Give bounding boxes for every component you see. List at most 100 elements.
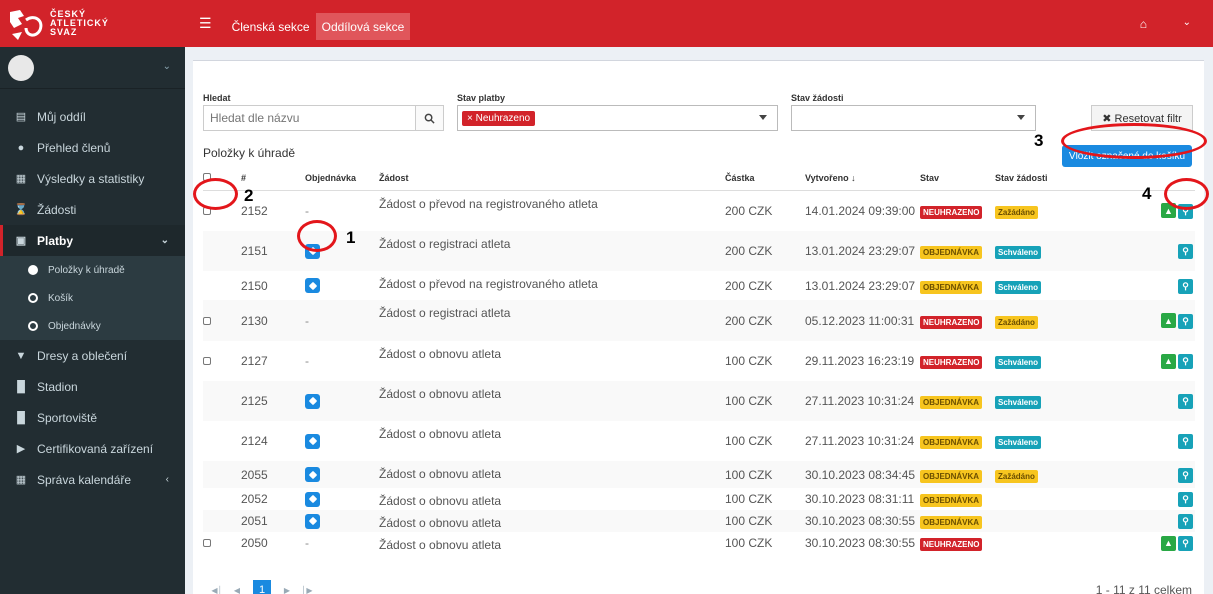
search-icon[interactable]: ⚲: [1178, 244, 1193, 259]
request-status-cell: Schváleno: [995, 341, 1095, 381]
cart-icon[interactable]: ▲: [1161, 313, 1176, 328]
row-checkbox[interactable]: [203, 316, 211, 325]
sidebar-item-kalendar[interactable]: ▦ Správa kalendáře ‹: [0, 464, 185, 495]
status-badge: OBJEDNÁVKA: [920, 396, 983, 409]
annotation-circle-1: [297, 220, 337, 252]
sidebar-item-stadion[interactable]: █ Stadion: [0, 371, 185, 402]
tag-icon[interactable]: [305, 393, 320, 409]
list-title: Položky k úhradě: [203, 146, 296, 160]
annotation-number-2: 2: [244, 186, 254, 205]
request-status-select[interactable]: [791, 105, 1036, 131]
sidebar-item-vysledky[interactable]: ▦ Výsledky a statistiky: [0, 163, 185, 194]
order-dash: -: [305, 354, 309, 368]
annotation-circle-2: [193, 178, 238, 210]
search-icon[interactable]: ⚲: [1178, 434, 1193, 449]
table-header: # Objednávka Žádost Částka Vytvořeno ↓ S…: [203, 167, 1195, 191]
col-created[interactable]: Vytvořeno ↓: [805, 167, 920, 191]
payment-status-select[interactable]: × Neuhrazeno: [457, 105, 778, 131]
search-icon[interactable]: ⚲: [1178, 536, 1193, 551]
amount-cell: 200 CZK: [725, 231, 805, 271]
search-icon[interactable]: ⚲: [1178, 514, 1193, 529]
sidebar-item-muj-oddil[interactable]: ▤ Můj oddíl: [0, 101, 185, 132]
search-icon[interactable]: ⚲: [1178, 467, 1193, 483]
row-checkbox[interactable]: [203, 539, 211, 547]
order-dash: -: [305, 536, 309, 550]
col-order[interactable]: Objednávka: [305, 167, 379, 191]
sidebar-item-platby[interactable]: ▣ Platby ⌄: [0, 225, 185, 256]
home-icon[interactable]: ⌂: [1140, 17, 1147, 31]
search-icon[interactable]: ⚲: [1178, 313, 1193, 329]
sidebar-item-sportoviste[interactable]: █ Sportoviště: [0, 402, 185, 433]
menu-toggle-icon[interactable]: ☰: [199, 15, 212, 32]
building-icon: █: [17, 411, 25, 424]
order-dash: -: [305, 313, 309, 328]
search-input[interactable]: [203, 105, 416, 131]
tag-icon[interactable]: [305, 513, 320, 529]
status-cell: NEUHRAZENO: [920, 300, 995, 341]
payments-box: Hledat Stav platby × Neuhrazeno Stav žád…: [193, 60, 1204, 594]
request-cell: Žádost o obnovu atleta: [379, 510, 725, 532]
table-row: 2051 Žádost o obnovu atleta 100 CZK 30.10.2…: [203, 510, 1195, 532]
payments-table: # Objednávka Žádost Částka Vytvořeno ↓ S…: [203, 167, 1195, 554]
search-icon[interactable]: ⚲: [1178, 354, 1193, 369]
search-button[interactable]: [416, 105, 444, 131]
search-icon[interactable]: ⚲: [1178, 394, 1193, 409]
order-cell: -: [305, 532, 379, 554]
sidebar-subitem-kosik[interactable]: Košík: [0, 284, 185, 312]
id-cell: 2125: [241, 381, 305, 421]
request-cell: Žádost o obnovu atleta: [379, 381, 725, 421]
amount-cell: 100 CZK: [725, 381, 805, 421]
logo[interactable]: ČESKÝ ATLETICKÝ SVAZ: [0, 0, 185, 47]
tag-icon[interactable]: [305, 491, 320, 507]
actions-cell: ▲ ⚲: [1095, 300, 1195, 341]
tag-icon[interactable]: [305, 467, 320, 483]
sidebar-subitem-objednavky[interactable]: Objednávky: [0, 312, 185, 340]
sidebar-item-prehled-clenu[interactable]: ● Přehled členů: [0, 132, 185, 163]
search-icon[interactable]: ⚲: [1178, 278, 1193, 294]
col-amount[interactable]: Částka: [725, 167, 805, 191]
created-cell: 29.11.2023 16:23:19: [805, 354, 915, 368]
checkbox-cell: [203, 381, 241, 421]
request-status-badge: Zažádáno: [995, 469, 1038, 483]
sidebar-submenu-platby: Položky k úhradě Košík Objednávky: [0, 256, 185, 340]
status-badge: NEUHRAZENO: [920, 538, 983, 551]
pagination: ◀│ ◀ 1 ▶ │▶: [207, 580, 317, 594]
user-panel[interactable]: ⌄: [0, 47, 185, 89]
sidebar-item-dresy[interactable]: ▼ Dresy a oblečení: [0, 340, 185, 371]
avatar[interactable]: [8, 54, 34, 81]
tag-icon[interactable]: [305, 278, 320, 294]
prev-page-icon[interactable]: ◀: [227, 586, 247, 594]
col-request[interactable]: Žádost: [379, 167, 725, 191]
chevron-down-icon[interactable]: ⌄: [163, 61, 171, 72]
last-page-icon[interactable]: │▶: [297, 586, 317, 594]
next-page-icon[interactable]: ▶: [277, 586, 297, 594]
col-status[interactable]: Stav: [920, 167, 995, 191]
table-row: 2050 - Žádost o obnovu atleta 100 CZK 30.10.…: [203, 532, 1195, 554]
status-badge: OBJEDNÁVKA: [920, 280, 983, 294]
col-request-status[interactable]: Stav žádosti: [995, 167, 1095, 191]
first-page-icon[interactable]: ◀│: [207, 586, 227, 594]
search-icon[interactable]: ⚲: [1178, 492, 1193, 507]
cart-icon[interactable]: ▲: [1161, 353, 1176, 369]
sidebar-item-zadosti[interactable]: ⌛ Žádosti: [0, 194, 185, 225]
amount-cell: 200 CZK: [725, 300, 805, 341]
search-label: Hledat: [203, 93, 231, 103]
request-status-cell: [995, 532, 1095, 554]
payment-status-chip[interactable]: × Neuhrazeno: [462, 110, 536, 126]
sidebar-subitem-label: Košík: [48, 292, 74, 304]
sidebar-item-certifikovana[interactable]: ▶ Certifikovaná zařízení: [0, 433, 185, 464]
calendar-icon: ▦: [15, 474, 27, 486]
page-current[interactable]: 1: [253, 580, 271, 594]
sidebar-subitem-polozky[interactable]: Položky k úhradě: [0, 256, 185, 284]
order-cell: [305, 510, 379, 532]
cart-icon[interactable]: ▲: [1161, 535, 1176, 551]
sidebar-nav: ▤ Můj oddíl ● Přehled členů ▦ Výsledky a st…: [0, 101, 185, 495]
chevron-down-icon: ⌄: [160, 235, 169, 246]
tab-oddilova-sekce[interactable]: Oddílová sekce: [315, 13, 411, 40]
row-checkbox[interactable]: [203, 357, 211, 365]
chevron-down-icon[interactable]: ⌄: [1183, 17, 1191, 28]
request-status-cell: Schváleno: [995, 381, 1095, 421]
top-navbar: ☰ Členská sekce Oddílová sekce ⌂ ⌄: [185, 0, 1213, 47]
tab-clenska-sekce[interactable]: Členská sekce: [226, 13, 316, 40]
tag-icon[interactable]: [305, 433, 320, 449]
